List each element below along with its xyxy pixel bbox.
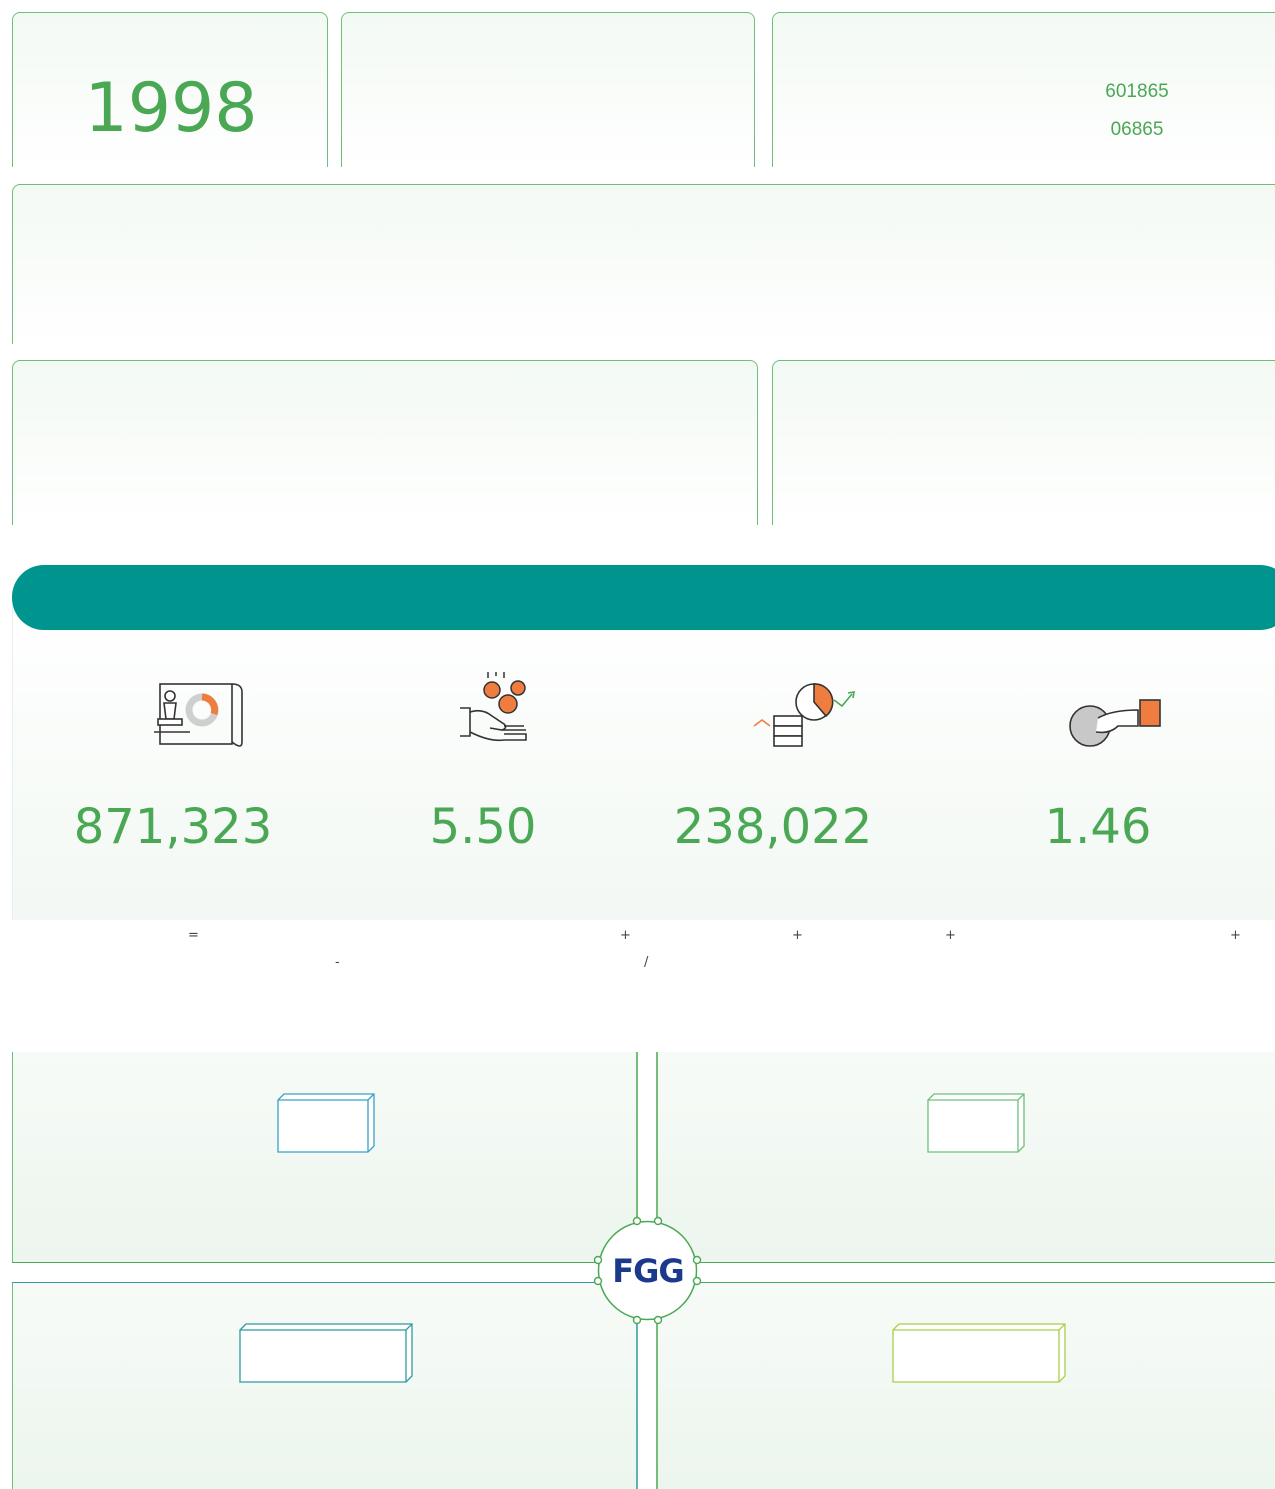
- kpi-value-1: 871,323: [73, 799, 273, 855]
- kpi-value-3: 238,022: [673, 799, 873, 855]
- formula-equals: =: [188, 928, 199, 943]
- label-box-blue: [277, 1093, 375, 1153]
- label-box-teal: [239, 1323, 413, 1383]
- label-box-green: [927, 1093, 1025, 1153]
- info-card-left: [12, 360, 758, 525]
- coins-pie-growth-icon: [753, 683, 855, 747]
- label-box-lime: [892, 1323, 1066, 1383]
- strategy-chess-chart-icon: [154, 683, 243, 747]
- formula-minus: -: [335, 955, 340, 970]
- formula-plus-4: +: [1230, 928, 1241, 943]
- kpi-value-2: 5.50: [429, 799, 537, 855]
- fgg-logo: FGG: [612, 1252, 684, 1290]
- section-header-band: [12, 565, 1275, 630]
- stock-code-h: 06865: [1110, 119, 1164, 140]
- formula-plus-1: +: [620, 928, 631, 943]
- formula-plus-2: +: [792, 928, 803, 943]
- founding-year: 1998: [84, 69, 258, 148]
- formula-slash: /: [644, 955, 649, 970]
- hand-ball-icon: [1069, 699, 1161, 747]
- info-card-middle: [341, 12, 755, 167]
- stock-code-card: 601865 06865: [772, 12, 1275, 167]
- kpi-value-4: 1.46: [1044, 799, 1152, 855]
- hand-coins-icon: [460, 672, 527, 742]
- stock-code-a: 601865: [1105, 81, 1169, 102]
- founding-year-card: 1998: [12, 12, 328, 167]
- kpi-panel: [12, 605, 1275, 920]
- formula-plus-3: +: [945, 928, 956, 943]
- wide-info-card: [12, 184, 1275, 344]
- info-card-right: [772, 360, 1275, 525]
